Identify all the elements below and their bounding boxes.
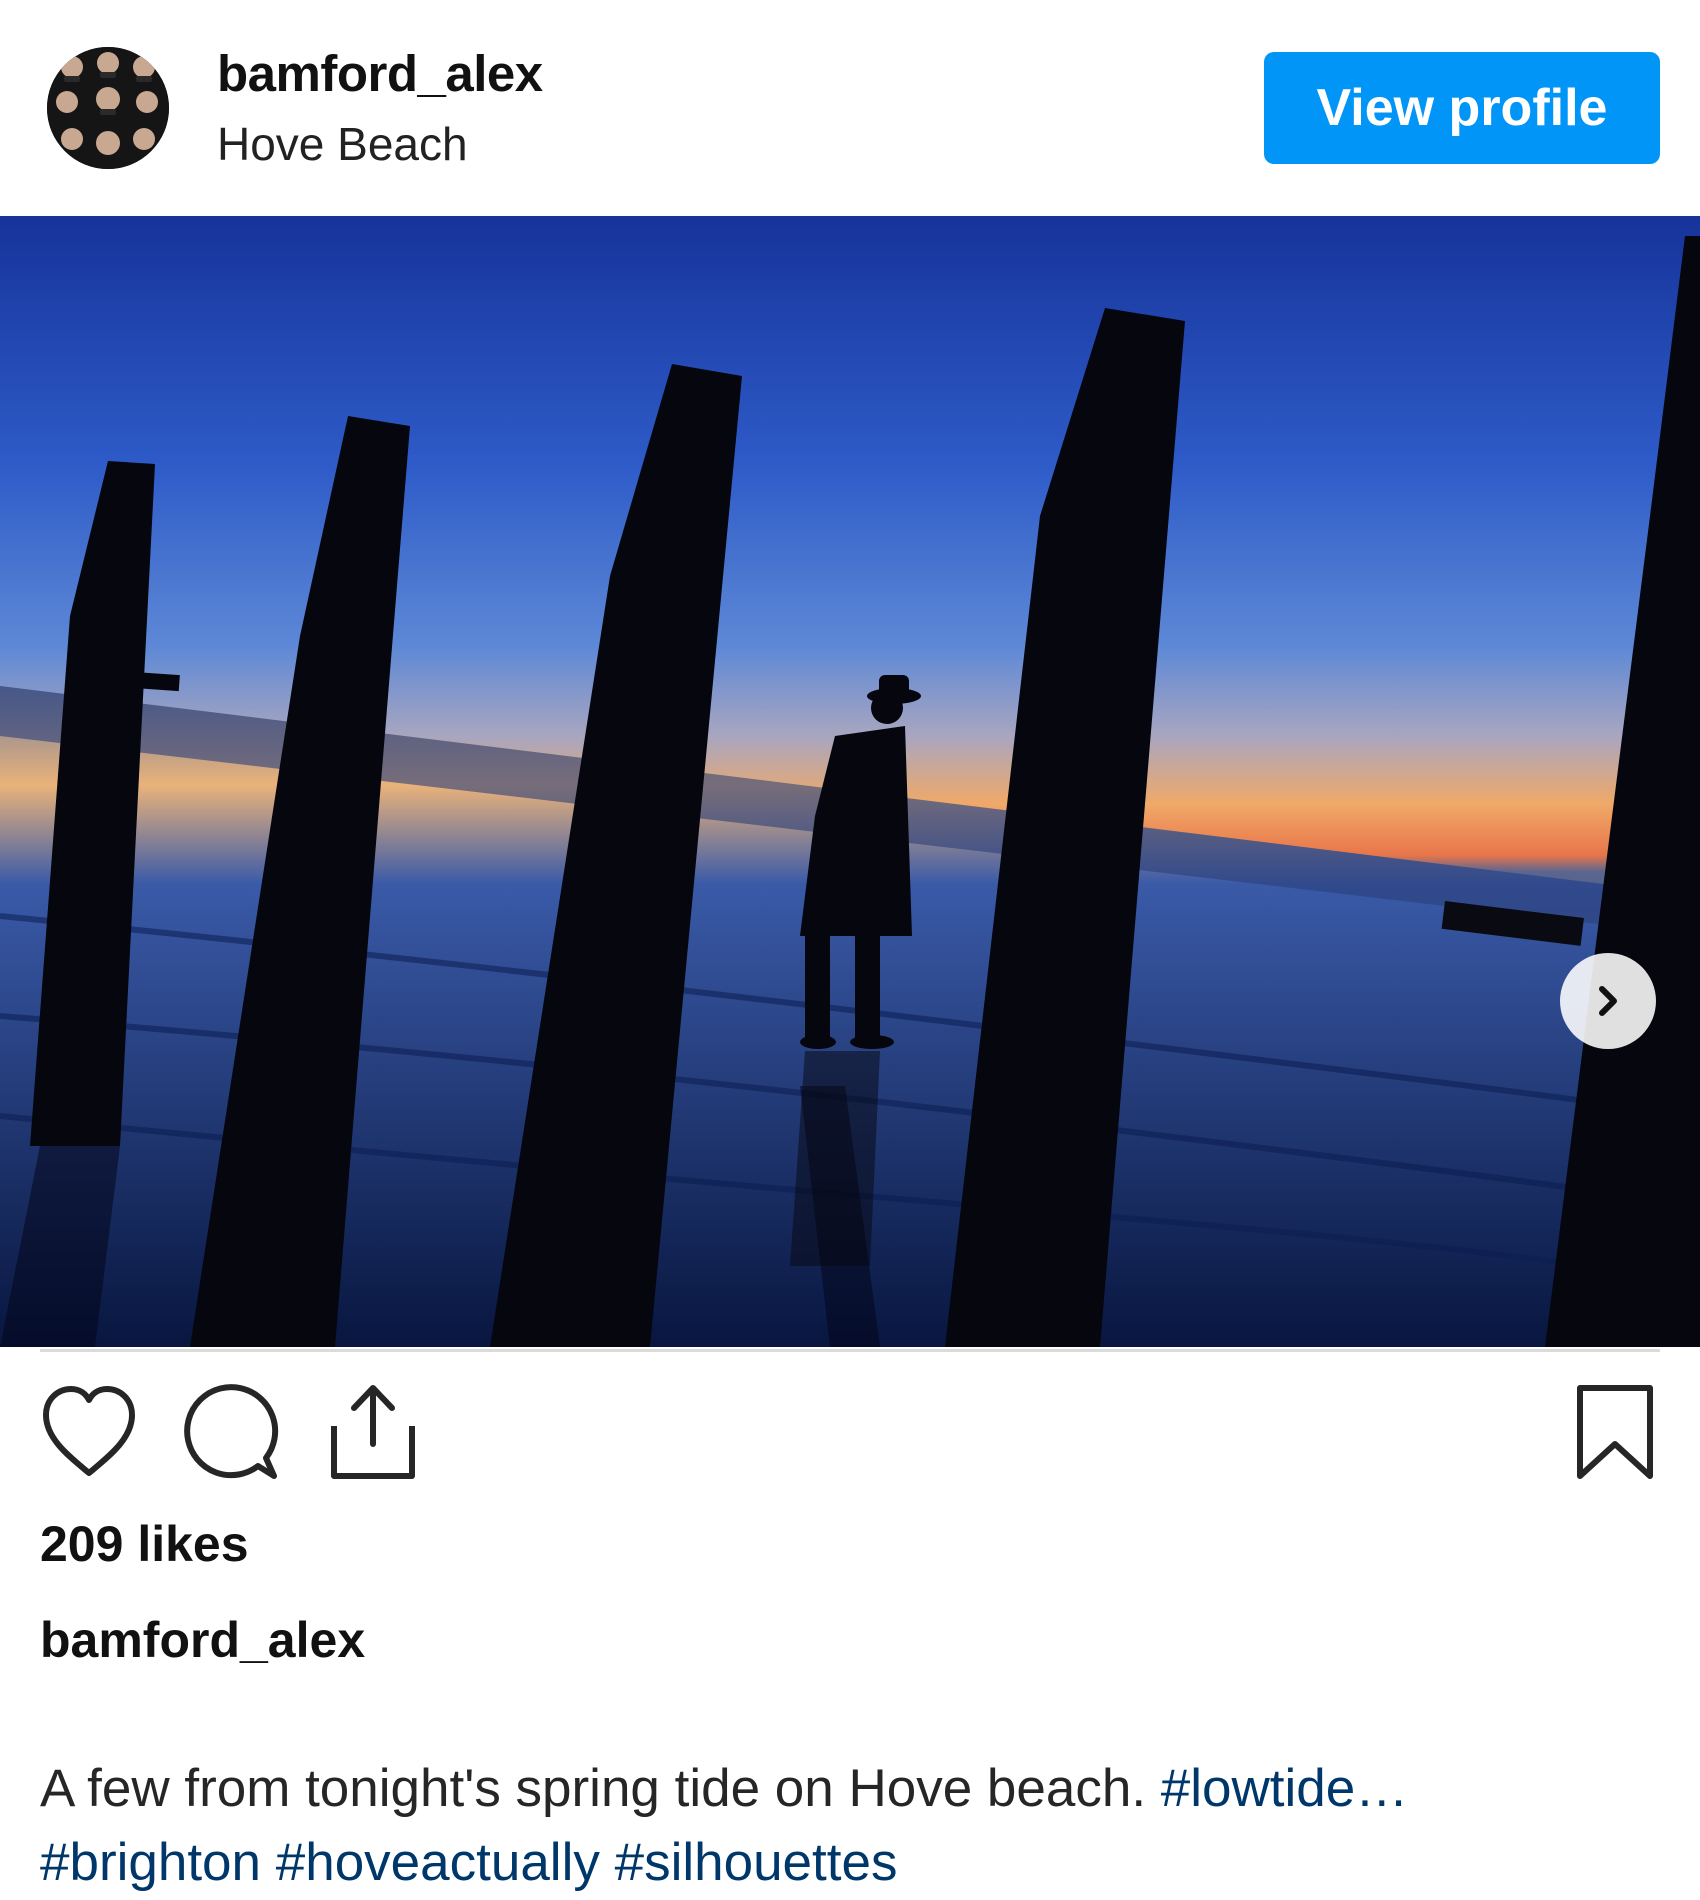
chevron-right-icon <box>1599 986 1617 1016</box>
share-upload-icon[interactable] <box>328 1382 418 1482</box>
post-caption: A few from tonight's spring tide on Hove… <box>40 1752 1660 1900</box>
divider <box>40 1349 1660 1352</box>
post-header: bamford_alex Hove Beach View profile <box>0 0 1700 216</box>
beach-silhouette-photo <box>0 216 1700 1347</box>
bookmark-icon[interactable] <box>1574 1382 1656 1482</box>
header-username[interactable]: bamford_alex <box>217 44 543 103</box>
heart-icon[interactable] <box>40 1385 138 1479</box>
likes-count[interactable]: 209 likes <box>40 1515 249 1573</box>
comment-bubble-icon[interactable] <box>182 1384 282 1480</box>
hashtag-link[interactable]: #brighton <box>40 1833 261 1892</box>
caption-ellipsis[interactable]: … <box>1355 1759 1408 1818</box>
hashtag-link[interactable]: #silhouettes <box>615 1833 898 1892</box>
carousel-next-button[interactable] <box>1560 953 1656 1049</box>
hashtag-link[interactable]: #hoveactually <box>276 1833 600 1892</box>
avatar[interactable] <box>47 47 169 169</box>
caption-text: A few from tonight's spring tide on Hove… <box>40 1759 1161 1818</box>
header-location[interactable]: Hove Beach <box>217 117 468 171</box>
caption-username[interactable]: bamford_alex <box>40 1611 365 1669</box>
hashtag-link[interactable]: #lowtide <box>1161 1759 1355 1818</box>
post-photo[interactable] <box>0 216 1700 1347</box>
view-profile-button[interactable]: View profile <box>1264 52 1660 164</box>
